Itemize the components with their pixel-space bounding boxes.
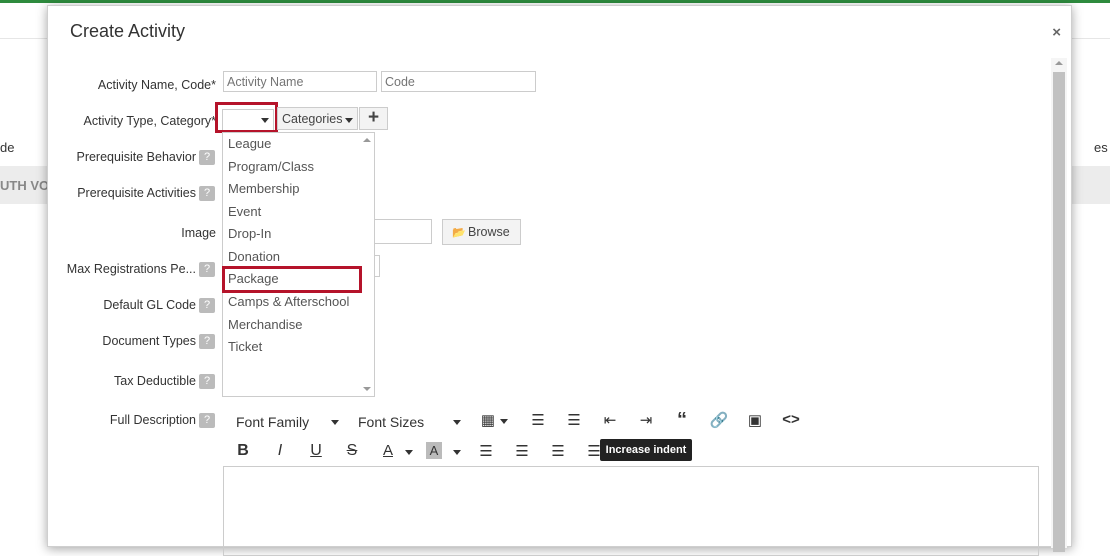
dropdown-item-camps-afterschool[interactable]: Camps & Afterschool xyxy=(228,294,349,309)
dropdown-item-event[interactable]: Event xyxy=(228,204,261,219)
align-right-icon[interactable]: ☰ xyxy=(548,442,568,460)
unordered-list-icon[interactable]: ☰ xyxy=(528,411,548,429)
prereq-behavior-label: Prerequisite Behavior xyxy=(76,150,196,164)
font-sizes-label: Font Sizes xyxy=(358,414,425,430)
create-activity-modal: Create Activity × Activity Name, Code* A… xyxy=(47,5,1072,556)
image-path-input[interactable] xyxy=(372,219,432,244)
dropdown-item-membership[interactable]: Membership xyxy=(228,181,300,196)
font-sizes-dropdown[interactable]: Font Sizes xyxy=(358,414,424,430)
align-left-icon[interactable]: ☰ xyxy=(476,442,496,460)
categories-dropdown-button[interactable]: Categories xyxy=(277,107,358,130)
help-icon[interactable]: ? xyxy=(199,262,215,277)
help-icon[interactable]: ? xyxy=(199,413,215,428)
indent-icon[interactable]: ⇥ xyxy=(636,411,656,429)
gl-code-label: Default GL Code xyxy=(103,298,196,312)
browse-label: Browse xyxy=(468,225,510,239)
help-icon[interactable]: ? xyxy=(199,334,215,349)
activity-type-highlight xyxy=(215,102,278,133)
chevron-down-icon xyxy=(345,118,353,123)
code-input[interactable] xyxy=(381,71,536,92)
italic-button[interactable]: I xyxy=(270,442,290,460)
dropdown-item-drop-in[interactable]: Drop-In xyxy=(228,226,271,241)
modal-title: Create Activity xyxy=(70,21,186,41)
outdent-icon[interactable]: ⇤ xyxy=(600,411,620,429)
image-label: Image xyxy=(181,226,216,240)
chevron-down-icon[interactable] xyxy=(453,420,461,425)
align-center-icon[interactable]: ☰ xyxy=(512,442,532,460)
scroll-up-icon[interactable] xyxy=(363,138,371,142)
chevron-down-icon[interactable] xyxy=(500,419,508,424)
dropdown-item-program-class[interactable]: Program/Class xyxy=(228,159,314,174)
chevron-down-icon[interactable] xyxy=(453,450,461,455)
help-icon[interactable]: ? xyxy=(199,150,215,165)
prereq-activities-label: Prerequisite Activities xyxy=(77,186,196,200)
dropdown-item-donation[interactable]: Donation xyxy=(228,249,280,264)
description-editor[interactable] xyxy=(223,466,1039,556)
max-registrations-label: Max Registrations Pe... xyxy=(66,262,196,276)
help-icon[interactable]: ? xyxy=(199,298,215,313)
code-view-icon[interactable]: <> xyxy=(781,411,801,428)
dropdown-scrollbar[interactable] xyxy=(360,133,374,396)
dropdown-item-merchandise[interactable]: Merchandise xyxy=(228,317,302,332)
folder-open-icon: 📂 xyxy=(452,227,466,239)
insert-image-icon[interactable]: ▣ xyxy=(745,411,765,429)
background-col-left: de xyxy=(0,140,15,155)
bold-button[interactable]: B xyxy=(233,442,253,460)
activity-name-input[interactable] xyxy=(223,71,377,92)
activity-name-label: Activity Name, Code* xyxy=(98,78,216,92)
help-icon[interactable]: ? xyxy=(199,186,215,201)
dropdown-item-league[interactable]: League xyxy=(228,136,271,151)
strikethrough-button[interactable]: S xyxy=(342,442,362,460)
font-family-label: Font Family xyxy=(236,414,310,430)
scroll-down-icon[interactable] xyxy=(363,387,371,391)
tax-deductible-label: Tax Deductible xyxy=(114,374,196,388)
package-highlight xyxy=(222,266,362,293)
activity-type-label: Activity Type, Category* xyxy=(84,114,216,128)
scroll-up-icon[interactable] xyxy=(1055,61,1063,65)
background-row-text: UTH VO xyxy=(0,178,50,193)
activity-type-label-text: Activity Type, Category xyxy=(83,114,212,128)
full-description-label: Full Description xyxy=(109,413,196,427)
add-category-button[interactable]: + xyxy=(359,107,388,130)
dropdown-item-ticket[interactable]: Ticket xyxy=(228,339,262,354)
activity-type-dropdown-list: League Program/Class Membership Event Dr… xyxy=(222,132,375,397)
required-mark: * xyxy=(211,78,216,92)
chevron-down-icon[interactable] xyxy=(331,420,339,425)
font-color-button[interactable]: A xyxy=(378,442,398,459)
modal-scrollbar[interactable] xyxy=(1051,58,1067,552)
ordered-list-icon[interactable]: ☰ xyxy=(564,411,584,429)
increase-indent-tooltip: Increase indent xyxy=(600,439,692,461)
modal-scrollbar-thumb[interactable] xyxy=(1053,72,1065,552)
blockquote-icon[interactable]: “ xyxy=(672,409,692,432)
categories-label: Categories xyxy=(282,112,343,126)
app-top-bar xyxy=(0,0,1110,3)
browse-button[interactable]: 📂 Browse xyxy=(442,219,521,245)
underline-button[interactable]: U xyxy=(306,442,326,460)
chevron-down-icon[interactable] xyxy=(405,450,413,455)
activity-name-label-text: Activity Name, Code xyxy=(97,78,212,92)
background-color-button[interactable]: A xyxy=(426,442,442,459)
document-types-label: Document Types xyxy=(102,334,196,348)
font-family-dropdown[interactable]: Font Family xyxy=(236,414,309,430)
close-icon[interactable]: × xyxy=(1052,24,1061,41)
help-icon[interactable]: ? xyxy=(199,374,215,389)
table-icon[interactable]: ▦ xyxy=(478,411,498,429)
link-icon[interactable]: 🔗 xyxy=(709,411,729,429)
background-col-right: es xyxy=(1094,140,1108,155)
